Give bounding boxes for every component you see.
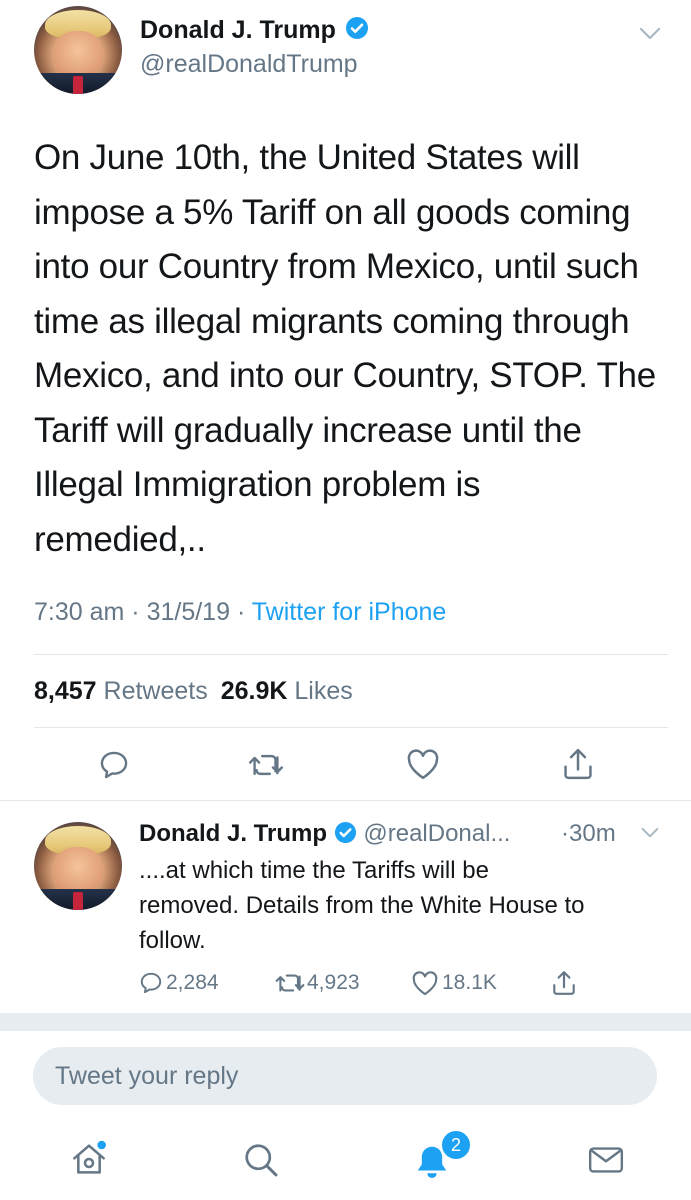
engagement-counts: 8,457 Retweets 26.9K Likes [34,675,353,707]
divider [34,727,668,728]
verified-badge-icon [334,821,357,844]
main-tweet-text: On June 10th, the United States will imp… [34,131,674,567]
main-tweet-display-name[interactable]: Donald J. Trump [140,14,369,46]
likes-count: 26.9K [220,677,288,705]
reply-tweet-header[interactable]: Donald J. Trump @realDonal... [139,818,510,850]
divider [34,654,668,655]
share-icon[interactable] [548,966,580,1000]
reply-input-placeholder: Tweet your reply [55,1062,239,1090]
like-action[interactable]: 18.1K [411,966,497,1000]
reply-action[interactable]: 2,284 [138,966,219,1000]
notifications-badge-count: 2 [450,1135,461,1155]
retweet-icon[interactable] [244,745,288,785]
like-count: 18.1K [442,971,497,994]
tweet-timestamp-row: 7:30 am · 31/5/19 · Twitter for iPhone [34,596,446,628]
search-icon[interactable] [239,1138,283,1182]
main-tweet-avatar[interactable] [34,6,122,94]
tweet-text-line: Mexico, and into our Country, STOP. The [34,356,656,395]
share-icon[interactable] [557,743,599,785]
reply-count: 2,284 [166,971,219,994]
verified-badge-icon [345,16,369,40]
retweets-stat[interactable]: 8,457 Retweets [34,677,215,705]
retweets-count: 8,457 [34,677,97,705]
tweet-text-line: follow. [139,927,206,954]
divider [0,800,691,801]
tweet-text-line: On June 10th, the United States will [34,138,580,177]
reply-input[interactable]: Tweet your reply [33,1047,657,1105]
chevron-down-icon[interactable] [636,24,664,44]
tweet-text-line: ....at which time the Tariffs will be [139,857,489,884]
tweet-time: 7:30 am [34,598,125,626]
section-gap [0,1013,691,1031]
reply-icon[interactable] [94,745,134,785]
reply-display-name: Donald J. Trump [139,820,328,847]
separator-dot: · [131,598,140,626]
reply-tweet-text: ....at which time the Tariffs will be re… [139,853,679,958]
tweet-text-line: Tariff will gradually increase until the [34,410,582,450]
reply-tweet-avatar[interactable] [34,822,122,910]
tweet-text-line: remedied,.. [34,519,206,559]
tweet-text-line: time as illegal migrants coming through [34,301,630,341]
retweet-icon [274,971,306,995]
reply-age: ·30m [561,820,616,847]
reply-handle: @realDonal... [363,820,511,847]
tweet-text-line: into our Country from Mexico, until such [34,247,639,286]
home-icon[interactable] [66,1136,112,1182]
like-icon [411,970,439,996]
retweet-action[interactable]: 4,923 [274,966,360,1000]
tweet-text-line: removed. Details from the White House to [139,892,585,919]
chevron-down-icon[interactable] [638,824,662,842]
likes-label: Likes [294,677,353,705]
main-tweet-handle[interactable]: @realDonaldTrump [140,48,358,80]
reply-icon [138,970,164,996]
separator-dot: · [236,598,246,626]
notifications-badge: 2 [440,1129,472,1161]
display-name-text: Donald J. Trump [140,16,336,44]
messages-icon[interactable] [584,1140,628,1180]
retweet-count: 4,923 [307,971,360,994]
tweet-text-line: Illegal Immigration problem is [34,465,481,504]
tweet-text-line: impose a 5% Tariff on all goods coming [34,192,631,232]
like-icon[interactable] [402,744,444,784]
likes-stat[interactable]: 26.9K Likes [221,677,353,705]
tweet-source-link[interactable]: Twitter for iPhone [252,598,447,626]
tweet-date: 31/5/19 [146,598,230,626]
retweets-label: Retweets [103,677,208,705]
